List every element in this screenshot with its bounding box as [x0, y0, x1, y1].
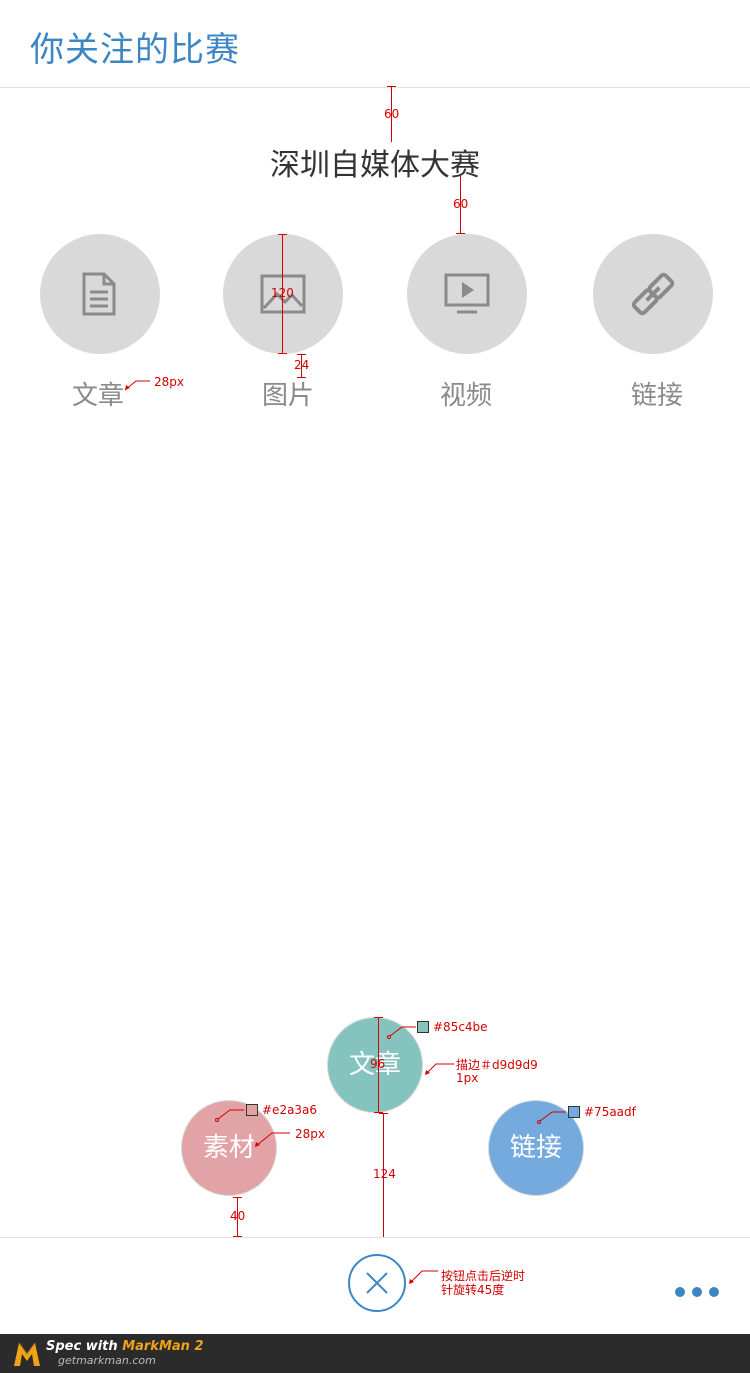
markman-brand: MarkMan 2 — [122, 1339, 204, 1354]
spec-stroke-width: 1px — [456, 1071, 479, 1085]
spec-arrow — [387, 1026, 416, 1039]
category-label-link: 链接 — [630, 381, 683, 411]
markman-logo — [14, 1342, 40, 1366]
more-dot — [692, 1287, 702, 1297]
spec-arrow — [537, 1111, 566, 1124]
spec-arrow — [124, 380, 150, 391]
spec-fab-gap: 124 — [373, 1167, 396, 1181]
link-icon — [631, 272, 675, 316]
color-swatch-green — [417, 1021, 429, 1033]
spec-title-gap: 60 — [453, 197, 469, 211]
spec-arrow — [425, 1063, 454, 1075]
spec-arrow — [255, 1132, 290, 1147]
spec-fab-green: #85c4be — [433, 1020, 488, 1034]
spec-tick — [374, 1017, 383, 1018]
more-dot — [675, 1287, 685, 1297]
more-dot — [709, 1287, 719, 1297]
video-icon — [444, 273, 490, 314]
spec-bottom-gap: 40 — [230, 1209, 246, 1223]
document-icon — [82, 272, 116, 316]
spec-fab-font: 28px — [295, 1127, 325, 1141]
color-swatch-blue — [568, 1106, 580, 1118]
spec-icon-size: 120 — [271, 286, 294, 300]
category-label-video: 视频 — [439, 381, 492, 411]
spec-fab-size: 96 — [370, 1057, 386, 1071]
spec-tick — [278, 234, 287, 235]
spec-label-gap: 24 — [294, 358, 310, 372]
spec-tick — [379, 1113, 388, 1114]
more-button[interactable] — [670, 1268, 726, 1308]
spec-fab-pink: #e2a3a6 — [262, 1103, 318, 1117]
close-icon — [366, 1272, 388, 1294]
close-button[interactable] — [348, 1254, 406, 1312]
page-title: 你关注的比赛 — [30, 30, 240, 70]
spec-fab-blue: #75aadf — [584, 1105, 636, 1119]
spec-tick — [233, 1197, 242, 1198]
spec-arrow — [215, 1109, 244, 1122]
spec-label-font: 28px — [154, 375, 184, 389]
category-video-button[interactable] — [407, 234, 527, 354]
category-article-button[interactable] — [40, 234, 160, 354]
bottom-bar — [0, 1237, 750, 1335]
markman-bar: Spec with MarkMan 2 getmarkman.com — [0, 1334, 750, 1373]
spec-tick — [278, 353, 287, 354]
spec-close-note-2: 针旋转45度 — [441, 1283, 505, 1297]
spec-tick — [297, 377, 306, 378]
spec-tick — [456, 233, 465, 234]
app-header: 你关注的比赛 — [0, 0, 750, 88]
markman-title: Spec with MarkMan 2 — [46, 1339, 204, 1354]
color-swatch-pink — [246, 1104, 258, 1116]
contest-title: 深圳自媒体大赛 — [270, 148, 480, 183]
spec-arrow — [409, 1270, 438, 1284]
spec-tick — [297, 354, 306, 355]
category-link-button[interactable] — [593, 234, 713, 354]
spec-top-gap: 60 — [384, 107, 400, 121]
more-icon — [670, 1268, 726, 1308]
spec-tick — [387, 86, 396, 87]
category-label-image: 图片 — [261, 381, 314, 411]
markman-spec-text: Spec with — [46, 1339, 118, 1354]
markman-site: getmarkman.com — [58, 1354, 156, 1367]
